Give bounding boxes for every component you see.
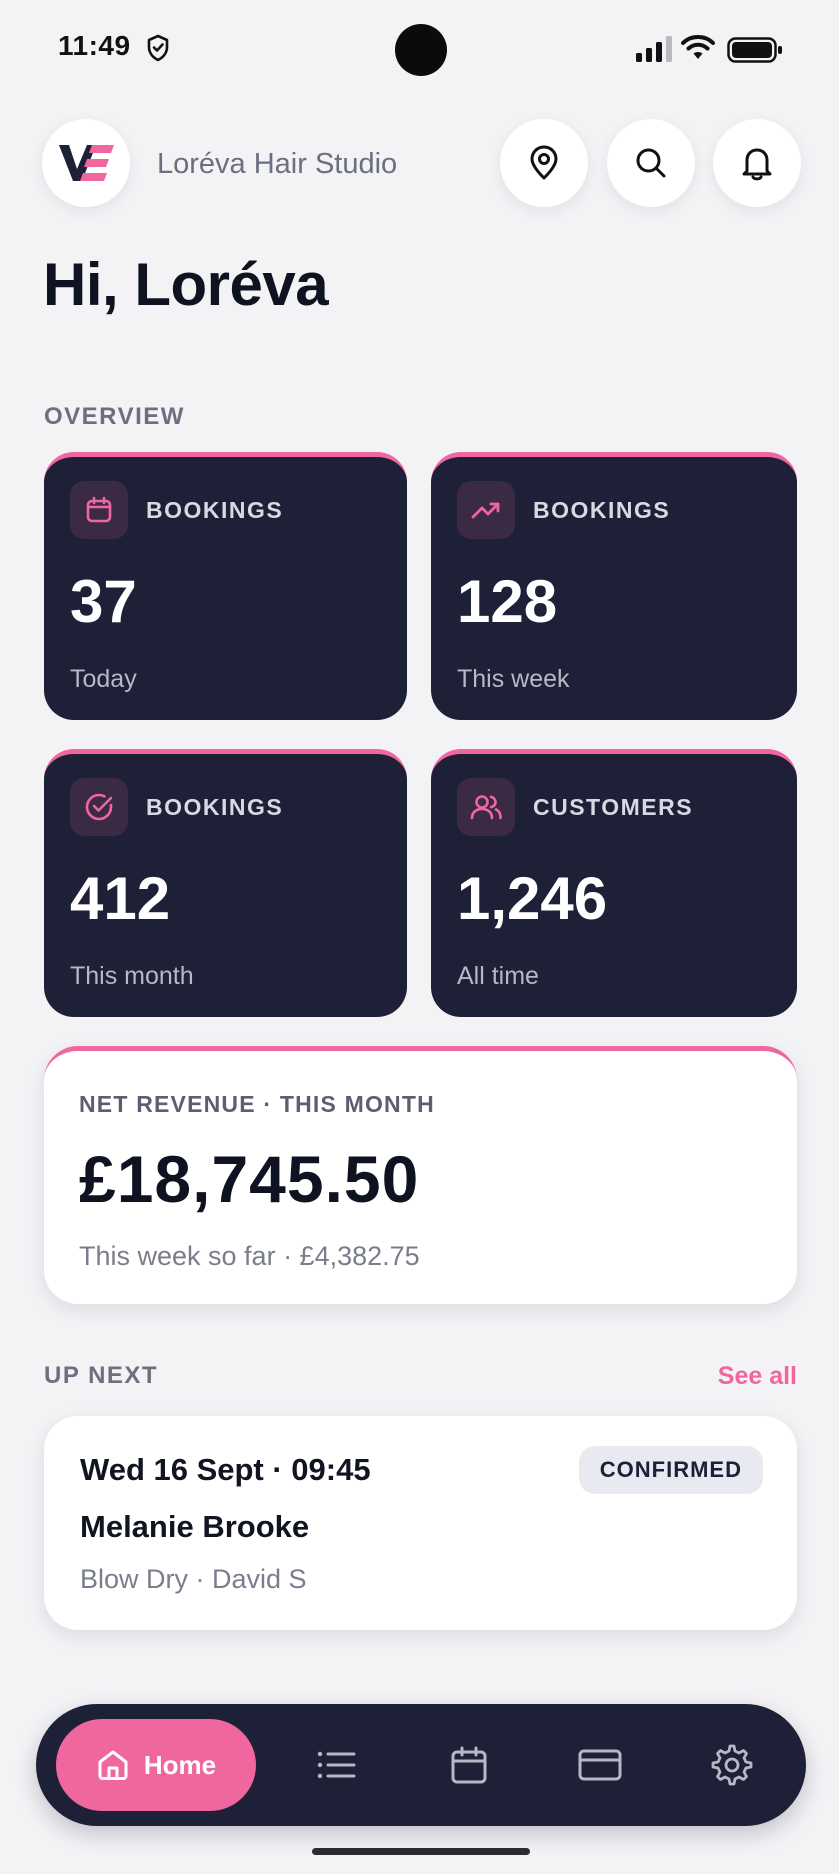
search-button[interactable]	[607, 119, 695, 207]
greeting-title: Hi, Loréva	[43, 251, 329, 318]
stat-card-customers[interactable]: CUSTOMERS 1,246 All time	[431, 749, 797, 1017]
battery-icon	[727, 37, 782, 63]
revenue-week-subtitle: This week so far · £4,382.75	[79, 1241, 420, 1271]
gear-icon	[711, 1744, 753, 1786]
home-icon	[98, 1750, 128, 1780]
nav-home-button[interactable]: Home	[56, 1719, 256, 1811]
stat-period: All time	[457, 962, 539, 990]
appointment-card[interactable]: Wed 16 Sept · 09:45 CONFIRMED Melanie Br…	[44, 1416, 797, 1630]
stat-label: CUSTOMERS	[533, 794, 694, 820]
location-button[interactable]	[500, 119, 588, 207]
bell-icon	[742, 148, 772, 181]
ve-logo-mark	[59, 145, 114, 181]
see-all-link[interactable]: See all	[718, 1362, 797, 1391]
list-icon	[317, 1751, 356, 1779]
client-name: Melanie Brooke	[80, 1509, 310, 1544]
revenue-label: NET REVENUE · THIS MONTH	[79, 1091, 435, 1117]
stat-value: 1,246	[457, 865, 608, 932]
stat-card-bookings-today[interactable]: BOOKINGS 37 Today	[44, 452, 407, 720]
calendar-icon	[70, 481, 128, 539]
status-time: 11:49	[58, 30, 131, 61]
overview-section-title: OVERVIEW	[44, 403, 185, 430]
appointment-datetime: Wed 16 Sept · 09:45	[80, 1452, 371, 1487]
nav-settings-button[interactable]	[702, 1735, 762, 1795]
nav-list-button[interactable]	[306, 1735, 366, 1795]
bottom-nav: Home	[36, 1704, 806, 1826]
studio-logo[interactable]	[42, 119, 130, 207]
net-revenue-card[interactable]: NET REVENUE · THIS MONTH £18,745.50 This…	[44, 1046, 797, 1304]
nav-calendar-button[interactable]	[439, 1735, 499, 1795]
status-badge: CONFIRMED	[578, 1446, 763, 1494]
trend-up-icon	[457, 481, 515, 539]
status-bar: 11:49	[0, 0, 839, 100]
check-circle-icon	[70, 778, 128, 836]
camera-notch	[395, 24, 447, 76]
users-icon	[457, 778, 515, 836]
stat-period: This week	[457, 665, 570, 693]
stat-value: 412	[70, 865, 171, 932]
studio-name: Loréva Hair Studio	[157, 148, 398, 180]
stat-label: BOOKINGS	[533, 497, 671, 523]
shield-icon	[147, 34, 169, 62]
up-next-section-title: UP NEXT	[44, 1362, 159, 1389]
stat-period: This month	[70, 962, 194, 990]
home-screen: 11:49 Loréva Hair Studio Hi, Loréva OVER…	[0, 0, 839, 1874]
stat-card-bookings-month[interactable]: BOOKINGS 412 This month	[44, 749, 407, 1017]
location-pin-icon	[530, 145, 558, 180]
revenue-value: £18,745.50	[79, 1142, 420, 1216]
cellular-signal-icon	[636, 36, 672, 62]
calendar-icon	[451, 1746, 487, 1784]
home-indicator	[312, 1848, 530, 1855]
stat-value: 128	[457, 568, 558, 635]
stat-value: 37	[70, 568, 137, 635]
stat-label: BOOKINGS	[146, 794, 284, 820]
search-icon	[636, 148, 666, 178]
service-and-stylist: Blow Dry · David S	[80, 1564, 307, 1594]
stat-label: BOOKINGS	[146, 497, 284, 523]
notifications-button[interactable]	[713, 119, 801, 207]
stat-card-bookings-week[interactable]: BOOKINGS 128 This week	[431, 452, 797, 720]
nav-home-label: Home	[143, 1749, 217, 1780]
nav-payments-button[interactable]	[570, 1735, 630, 1795]
wifi-icon	[681, 35, 715, 59]
card-icon	[578, 1749, 622, 1781]
stat-period: Today	[70, 665, 137, 693]
